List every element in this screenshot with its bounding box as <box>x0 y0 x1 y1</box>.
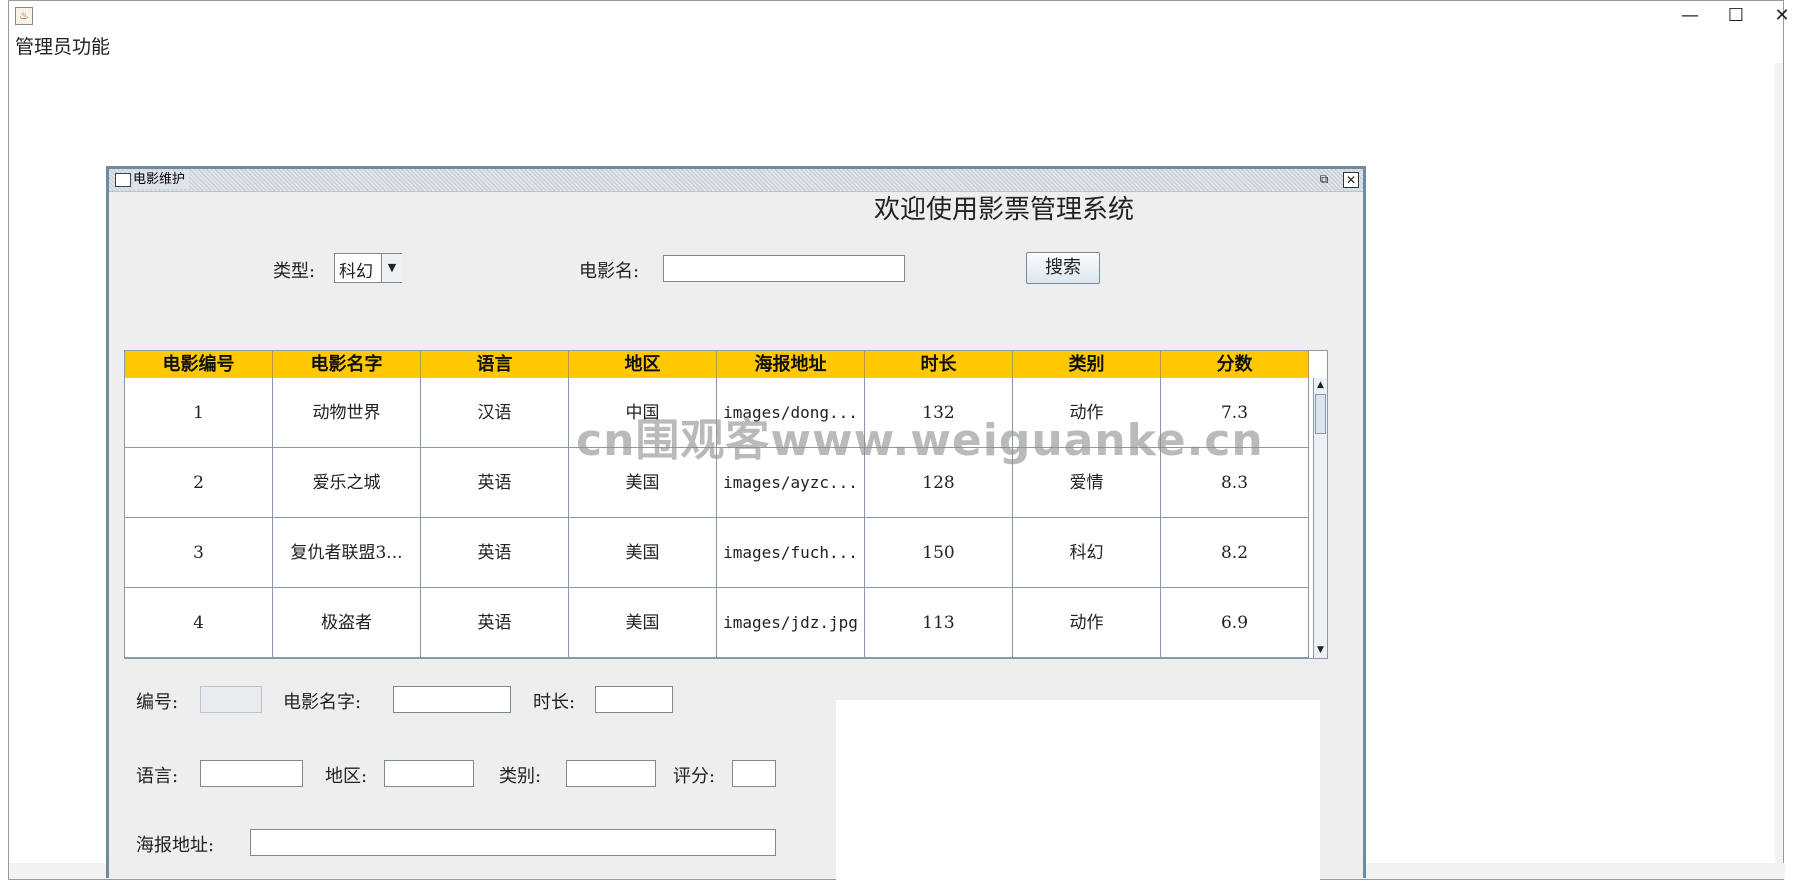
type-label: 类型: <box>273 261 316 282</box>
scroll-up-icon[interactable]: ▲ <box>1314 378 1327 392</box>
column-header[interactable]: 时长 <box>865 351 1013 378</box>
table-cell[interactable]: 汉语 <box>421 378 569 448</box>
movie-name-label: 电影名: <box>579 261 640 282</box>
id-label: 编号: <box>136 692 179 713</box>
table-cell[interactable]: 3 <box>125 518 273 588</box>
column-header[interactable]: 电影编号 <box>125 351 273 378</box>
minimize-button[interactable]: — <box>1667 1 1713 31</box>
frame-title: 电影维护 <box>133 171 190 189</box>
poster-address-label: 海报地址: <box>136 835 215 856</box>
region-label: 地区: <box>325 766 368 787</box>
frame-close-icon[interactable]: ✕ <box>1343 172 1359 188</box>
table-cell[interactable]: 150 <box>865 518 1013 588</box>
score-label: 评分: <box>673 766 716 787</box>
column-header[interactable]: 电影名字 <box>273 351 421 378</box>
column-header[interactable]: 地区 <box>569 351 717 378</box>
movie-table: 电影编号 电影名字 语言 地区 海报地址 时长 类别 分数 1 动物世界 汉语 … <box>124 350 1328 659</box>
table-cell[interactable]: 动物世界 <box>273 378 421 448</box>
table-cell[interactable]: 6.9 <box>1161 588 1309 658</box>
table-cell[interactable]: 英语 <box>421 588 569 658</box>
table-header: 电影编号 电影名字 语言 地区 海报地址 时长 类别 分数 <box>125 351 1313 378</box>
close-window-button[interactable]: ✕ <box>1759 1 1800 31</box>
table-cell[interactable]: 极盗者 <box>273 588 421 658</box>
window-titlebar[interactable]: ♨ — ☐ ✕ <box>9 1 1790 31</box>
id-field <box>200 686 262 713</box>
table-cell[interactable]: 2 <box>125 448 273 518</box>
column-header[interactable]: 类别 <box>1013 351 1161 378</box>
table-cell[interactable]: images/jdz.jpg <box>717 588 865 658</box>
table-row[interactable]: 3 复仇者联盟3... 英语 美国 images/fuch... 150 科幻 … <box>125 518 1313 588</box>
poster-preview-panel <box>836 700 1320 881</box>
score-field[interactable] <box>732 760 776 787</box>
chevron-down-icon[interactable]: ▼ <box>381 254 402 282</box>
movie-name-search-input[interactable] <box>663 255 905 282</box>
language-label: 语言: <box>136 766 179 787</box>
search-button[interactable]: 搜索 <box>1026 252 1100 284</box>
scrollbar-thumb[interactable] <box>1315 394 1326 434</box>
duration-field[interactable] <box>595 686 673 713</box>
column-header[interactable]: 海报地址 <box>717 351 865 378</box>
table-cell[interactable]: 科幻 <box>1013 518 1161 588</box>
desktop-right-edge <box>1775 63 1783 865</box>
menu-bar: 管理员功能 <box>9 31 1783 64</box>
table-cell[interactable]: 美国 <box>569 518 717 588</box>
column-header[interactable]: 分数 <box>1161 351 1309 378</box>
welcome-heading: 欢迎使用影票管理系统 <box>874 195 1135 225</box>
scroll-down-icon[interactable]: ▼ <box>1314 643 1327 657</box>
maximize-button[interactable]: ☐ <box>1713 1 1759 31</box>
region-field[interactable] <box>384 760 474 787</box>
poster-address-field[interactable] <box>250 829 776 856</box>
table-cell[interactable]: 爱乐之城 <box>273 448 421 518</box>
table-cell[interactable]: 8.2 <box>1161 518 1309 588</box>
duration-label: 时长: <box>533 692 576 713</box>
table-cell[interactable]: 英语 <box>421 518 569 588</box>
table-cell[interactable]: 1 <box>125 378 273 448</box>
category-field[interactable] <box>566 760 656 787</box>
frame-titlebar[interactable]: 电影维护 ⧉ ✕ <box>109 169 1363 192</box>
table-cell[interactable]: 113 <box>865 588 1013 658</box>
table-cell[interactable]: 美国 <box>569 588 717 658</box>
language-field[interactable] <box>200 760 303 787</box>
table-cell[interactable]: 复仇者联盟3... <box>273 518 421 588</box>
table-cell[interactable]: 动作 <box>1013 588 1161 658</box>
frame-window-icon <box>115 173 131 187</box>
type-combobox[interactable]: 科幻 ▼ <box>334 253 402 283</box>
table-cell[interactable]: images/fuch... <box>717 518 865 588</box>
restore-icon[interactable]: ⧉ <box>1317 172 1331 186</box>
menu-item-admin-functions[interactable]: 管理员功能 <box>15 34 110 60</box>
category-label: 类别: <box>499 766 542 787</box>
type-combobox-value: 科幻 <box>339 262 373 282</box>
movie-maintenance-frame: 电影维护 ⧉ ✕ 欢迎使用影票管理系统 类型: 科幻 ▼ 电影名: 搜索 电影编… <box>106 166 1366 881</box>
column-header[interactable]: 语言 <box>421 351 569 378</box>
movie-title-field[interactable] <box>393 686 511 713</box>
table-row[interactable]: 4 极盗者 英语 美国 images/jdz.jpg 113 动作 6.9 <box>125 588 1313 658</box>
watermark-text: cn围观客www.weiguanke.cn <box>576 415 1264 466</box>
table-cell[interactable]: 英语 <box>421 448 569 518</box>
movie-title-label: 电影名字: <box>283 692 362 713</box>
table-scrollbar[interactable]: ▲ ▼ <box>1313 378 1327 658</box>
java-app-icon: ♨ <box>15 7 33 25</box>
table-cell[interactable]: 4 <box>125 588 273 658</box>
